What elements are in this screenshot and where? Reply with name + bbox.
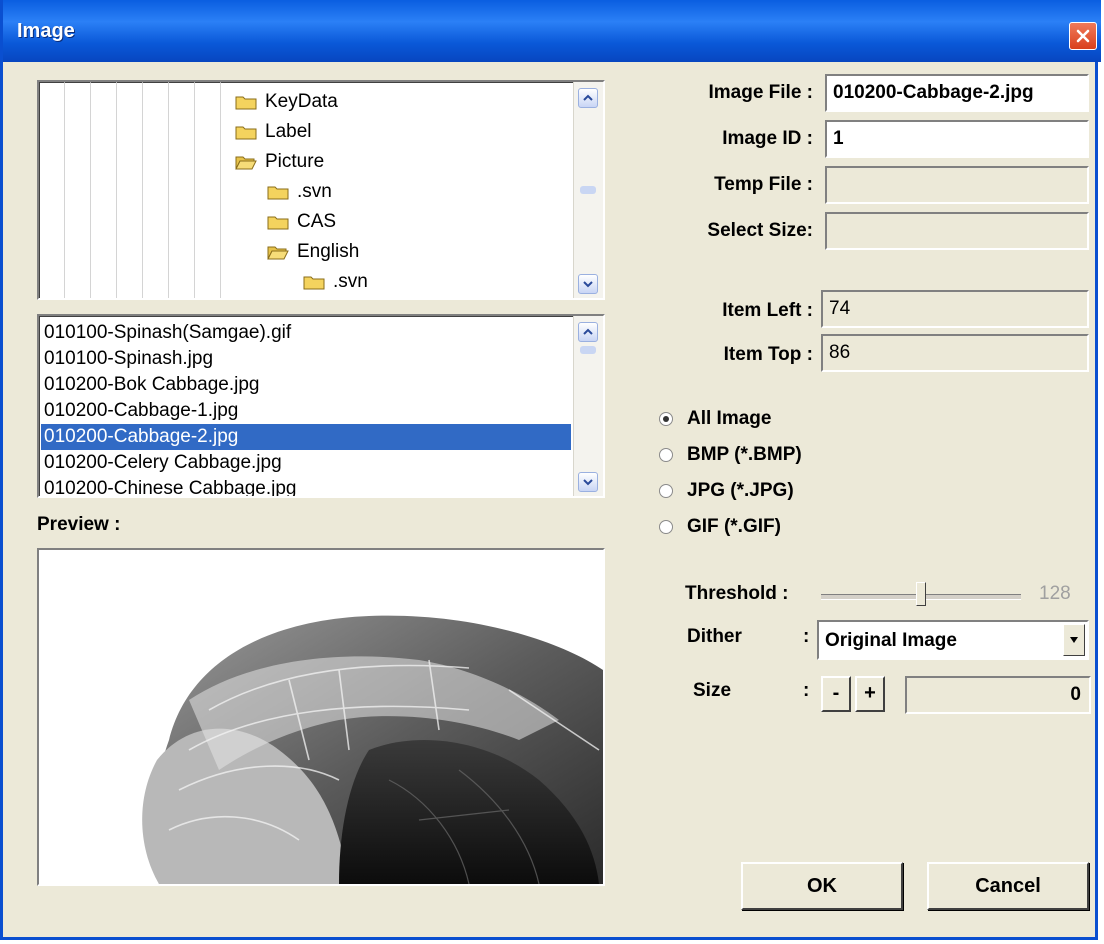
image-file-field[interactable]: 010200-Cabbage-2.jpg bbox=[825, 74, 1089, 112]
scroll-thumb[interactable] bbox=[580, 186, 596, 194]
radio-label: BMP (*.BMP) bbox=[687, 444, 802, 465]
folder-closed-icon bbox=[267, 216, 289, 230]
list-item[interactable]: 010200-Celery Cabbage.jpg bbox=[41, 450, 571, 476]
folder-open-icon bbox=[267, 246, 289, 260]
list-item[interactable]: 010200-Cabbage-1.jpg bbox=[41, 398, 571, 424]
close-icon bbox=[1076, 29, 1090, 43]
tree-item-label: KeyData bbox=[265, 91, 338, 112]
scroll-thumb[interactable] bbox=[580, 346, 596, 354]
file-list[interactable]: 010100-Spinash(Samgae).gif 010100-Spinas… bbox=[37, 314, 605, 498]
image-dialog: Image KeyData Label Picture .svn CAS Eng… bbox=[0, 0, 1101, 940]
folder-tree[interactable]: KeyData Label Picture .svn CAS English .… bbox=[37, 80, 605, 300]
tree-item-label: CAS bbox=[297, 211, 337, 232]
ok-button[interactable]: OK bbox=[741, 862, 903, 910]
tree-item-label-folder[interactable]: Label bbox=[235, 120, 312, 144]
threshold-slider-thumb[interactable] bbox=[916, 582, 926, 606]
radio-label: All Image bbox=[687, 408, 772, 429]
radio-label: GIF (*.GIF) bbox=[687, 516, 781, 537]
radio-unchecked-icon bbox=[659, 520, 673, 534]
close-button[interactable] bbox=[1069, 22, 1097, 50]
tree-guide-lines bbox=[39, 82, 239, 298]
size-colon: : bbox=[803, 680, 810, 701]
cancel-button[interactable]: Cancel bbox=[927, 862, 1089, 910]
folder-closed-icon bbox=[267, 186, 289, 200]
tree-item-label: .svn bbox=[297, 181, 332, 202]
tree-item-label: Picture bbox=[265, 151, 325, 172]
list-item[interactable]: 010100-Spinash.jpg bbox=[41, 346, 571, 372]
dither-colon: : bbox=[803, 626, 810, 647]
size-value-field: 0 bbox=[905, 676, 1091, 714]
select-size-label: Select Size: bbox=[707, 220, 813, 241]
item-top-label: Item Top : bbox=[723, 344, 813, 365]
scroll-down-button[interactable] bbox=[578, 472, 598, 492]
threshold-value: 128 bbox=[1039, 583, 1071, 604]
tree-item-picture[interactable]: Picture bbox=[235, 150, 324, 174]
tree-item-label: .svn bbox=[333, 271, 368, 292]
tree-item-svn-nested[interactable]: .svn bbox=[303, 270, 368, 294]
preview-label: Preview : bbox=[37, 514, 121, 535]
list-item[interactable]: 010200-Chinese Cabbage.jpg bbox=[41, 476, 571, 496]
list-item[interactable]: 010200-Bok Cabbage.jpg bbox=[41, 372, 571, 398]
radio-jpg[interactable]: JPG (*.JPG) bbox=[659, 480, 794, 502]
list-item-selected[interactable]: 010200-Cabbage-2.jpg bbox=[41, 424, 571, 450]
dither-selected-value: Original Image bbox=[825, 630, 957, 651]
chevron-up-icon bbox=[583, 328, 593, 335]
tree-item-label: Label bbox=[265, 121, 312, 142]
item-left-field: 74 bbox=[821, 290, 1089, 328]
cabbage-leaf-image bbox=[142, 615, 603, 884]
list-item[interactable]: 010100-Spinash(Samgae).gif bbox=[41, 320, 571, 346]
image-file-label: Image File : bbox=[708, 82, 813, 103]
radio-unchecked-icon bbox=[659, 448, 673, 462]
file-list-scrollbar[interactable] bbox=[573, 316, 603, 496]
temp-file-label: Temp File : bbox=[714, 174, 813, 195]
radio-bmp[interactable]: BMP (*.BMP) bbox=[659, 444, 802, 466]
dither-dropdown-button[interactable] bbox=[1063, 624, 1085, 656]
tree-scrollbar[interactable] bbox=[573, 82, 603, 298]
image-id-field[interactable]: 1 bbox=[825, 120, 1089, 158]
folder-open-icon bbox=[235, 156, 257, 170]
image-id-label: Image ID : bbox=[722, 128, 813, 149]
tree-item-keydata[interactable]: KeyData bbox=[235, 90, 338, 114]
scroll-up-button[interactable] bbox=[578, 322, 598, 342]
radio-all-image[interactable]: All Image bbox=[659, 408, 771, 430]
scroll-up-button[interactable] bbox=[578, 88, 598, 108]
image-preview bbox=[37, 548, 605, 886]
dither-select[interactable]: Original Image bbox=[817, 620, 1089, 660]
select-size-field bbox=[825, 212, 1089, 250]
item-left-label: Item Left : bbox=[722, 300, 813, 321]
chevron-down-icon bbox=[583, 479, 593, 486]
folder-closed-icon bbox=[235, 126, 257, 140]
window-title: Image bbox=[17, 20, 75, 42]
folder-closed-icon bbox=[235, 96, 257, 110]
radio-checked-icon bbox=[659, 412, 673, 426]
chevron-down-icon bbox=[1070, 637, 1078, 643]
dither-label: Dither bbox=[687, 626, 742, 647]
chevron-up-icon bbox=[583, 94, 593, 101]
radio-gif[interactable]: GIF (*.GIF) bbox=[659, 516, 781, 538]
radio-label: JPG (*.JPG) bbox=[687, 480, 794, 501]
scroll-down-button[interactable] bbox=[578, 274, 598, 294]
size-decrease-button[interactable]: - bbox=[821, 676, 851, 712]
tree-item-svn[interactable]: .svn bbox=[267, 180, 332, 204]
tree-item-cas[interactable]: CAS bbox=[267, 210, 336, 234]
tree-item-label: English bbox=[297, 241, 360, 262]
size-label: Size bbox=[693, 680, 732, 701]
chevron-down-icon bbox=[583, 281, 593, 288]
threshold-label: Threshold : bbox=[685, 583, 789, 604]
radio-unchecked-icon bbox=[659, 484, 673, 498]
tree-item-english[interactable]: English bbox=[267, 240, 359, 264]
title-bar[interactable]: Image bbox=[3, 0, 1101, 62]
folder-closed-icon bbox=[303, 276, 325, 290]
temp-file-field bbox=[825, 166, 1089, 204]
size-increase-button[interactable]: + bbox=[855, 676, 885, 712]
item-top-field: 86 bbox=[821, 334, 1089, 372]
